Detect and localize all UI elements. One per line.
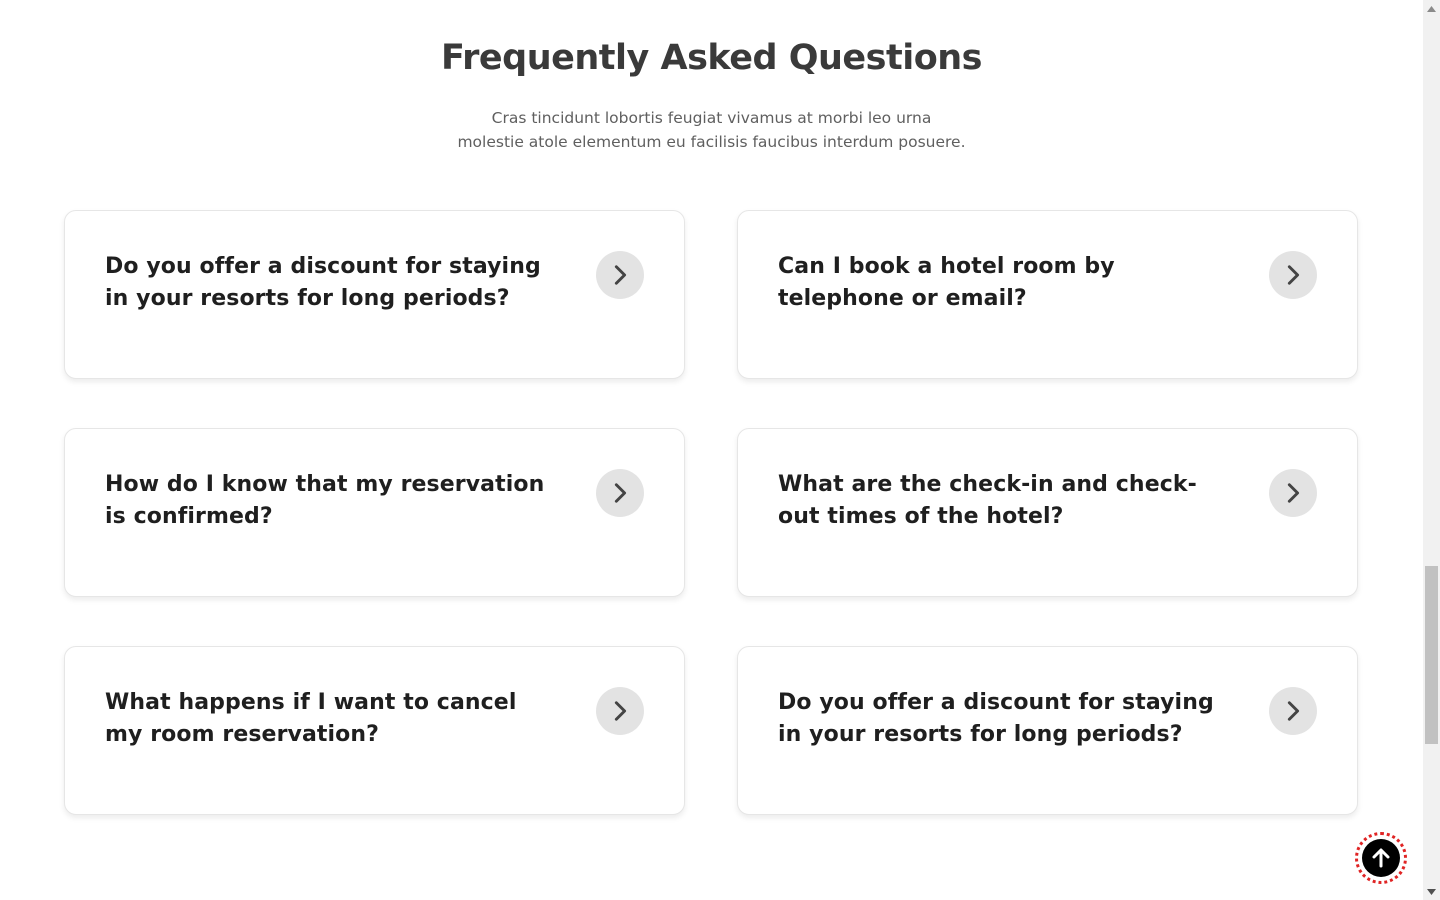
faq-item[interactable]: What are the check-in and check-out time… [737,428,1358,597]
faq-item[interactable]: What happens if I want to cancel my room… [64,646,685,815]
faq-question: What happens if I want to cancel my room… [105,690,517,747]
chevron-right-icon [1287,701,1300,721]
scrollbar-thumb[interactable] [1425,566,1438,744]
chevron-right-icon [1287,265,1300,285]
chevron-right-icon [614,265,627,285]
faq-subtitle: Cras tincidunt lobortis feugiat vivamus … [411,106,1012,154]
faq-section: Frequently Asked Questions Cras tincidun… [0,0,1423,900]
faq-item[interactable]: Do you offer a discount for staying in y… [64,210,685,379]
faq-toggle-button[interactable] [596,251,644,299]
faq-question: What are the check-in and check-out time… [778,472,1197,529]
faq-item[interactable]: Can I book a hotel room by telephone or … [737,210,1358,379]
back-to-top-inner [1362,839,1400,877]
faq-subtitle-line-2: molestie atole elementum eu facilisis fa… [457,133,966,151]
faq-subtitle-line-1: Cras tincidunt lobortis feugiat vivamus … [491,109,932,127]
faq-item[interactable]: How do I know that my reservation is con… [64,428,685,597]
scroll-up-arrow-icon[interactable] [1423,0,1440,17]
faq-item[interactable]: Do you offer a discount for staying in y… [737,646,1358,815]
faq-question: Can I book a hotel room by telephone or … [778,254,1115,311]
scroll-down-arrow-icon[interactable] [1423,883,1440,900]
faq-question: How do I know that my reservation is con… [105,472,545,529]
faq-toggle-button[interactable] [596,687,644,735]
chevron-right-icon [614,701,627,721]
chevron-right-icon [614,483,627,503]
faq-toggle-button[interactable] [596,469,644,517]
faq-question: Do you offer a discount for staying in y… [105,254,541,311]
back-to-top-button[interactable] [1355,832,1407,884]
faq-toggle-button[interactable] [1269,687,1317,735]
faq-title: Frequently Asked Questions [440,38,983,78]
faq-question: Do you offer a discount for staying in y… [778,690,1214,747]
chevron-right-icon [1287,483,1300,503]
faq-toggle-button[interactable] [1269,469,1317,517]
arrow-up-icon [1372,848,1390,868]
vertical-scrollbar[interactable] [1423,0,1440,900]
faq-toggle-button[interactable] [1269,251,1317,299]
